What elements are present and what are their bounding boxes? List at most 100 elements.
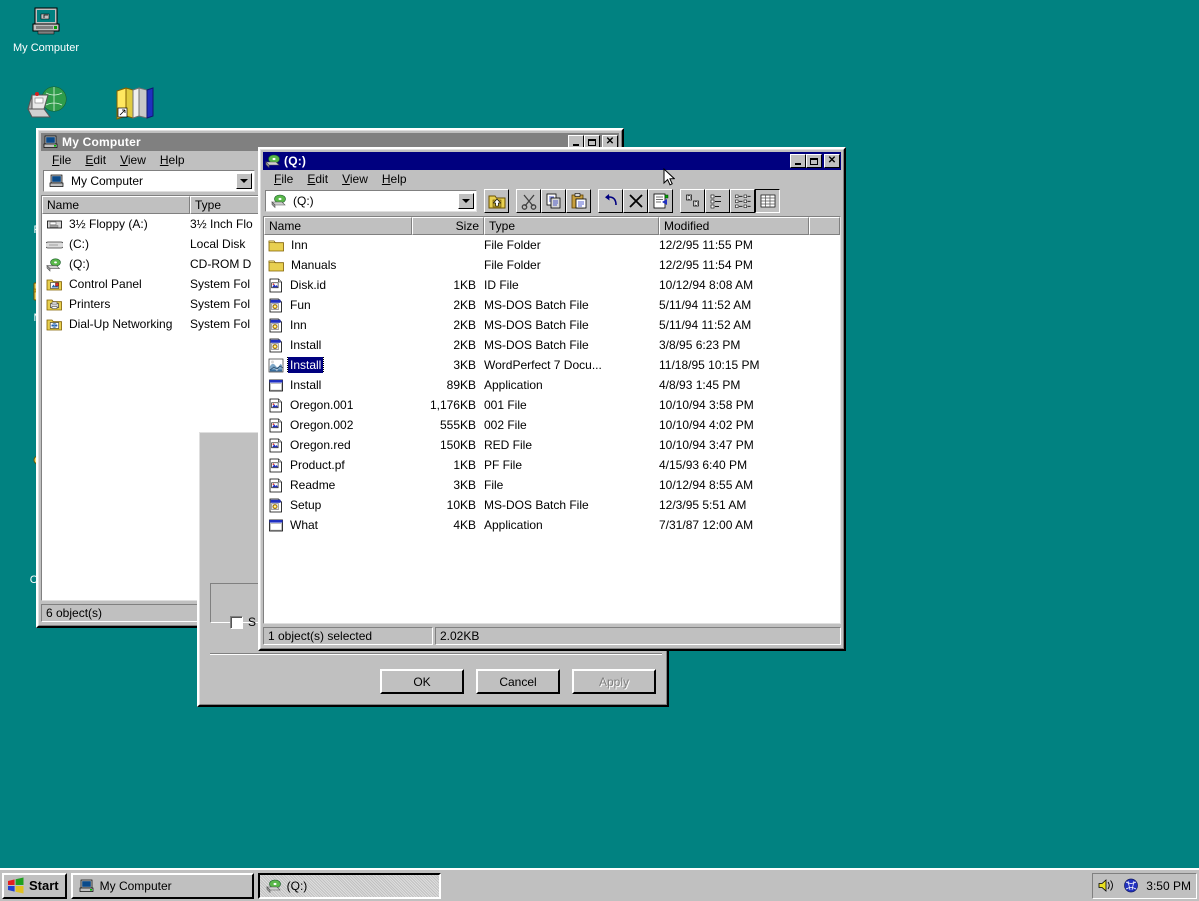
file-name-label[interactable]: Install: [286, 357, 325, 373]
drive-name-label[interactable]: Control Panel: [67, 276, 144, 292]
details-view-button[interactable]: [755, 189, 780, 213]
properties-button[interactable]: [648, 189, 673, 213]
small-icons-button[interactable]: [705, 189, 730, 213]
table-row[interactable]: Install 3KB WordPerfect 7 Docu... 11/18/95 …: [264, 355, 840, 375]
copy-button[interactable]: [541, 189, 566, 213]
dialog-checkbox[interactable]: [230, 615, 243, 629]
network-dialup-icon[interactable]: [1122, 878, 1140, 893]
file-name-label[interactable]: Install: [288, 377, 323, 393]
cell-name[interactable]: Inn: [264, 237, 412, 253]
table-row[interactable]: Inn 2KB MS-DOS Batch File 5/11/94 11:52 AM: [264, 315, 840, 335]
table-row[interactable]: Fun 2KB MS-DOS Batch File 5/11/94 11:52 AM: [264, 295, 840, 315]
column-header-name[interactable]: Name: [42, 196, 190, 214]
file-name-label[interactable]: Product.pf: [288, 457, 347, 473]
table-row[interactable]: Oregon.002 555KB 002 File 10/10/94 4:02 PM: [264, 415, 840, 435]
cell-name[interactable]: Disk.id: [264, 277, 412, 293]
cell-name[interactable]: Manuals: [264, 257, 412, 273]
file-name-label[interactable]: Oregon.002: [288, 417, 355, 433]
cell-name[interactable]: What: [264, 517, 412, 533]
menu-view[interactable]: View: [335, 171, 375, 187]
menu-help[interactable]: Help: [375, 171, 414, 187]
table-row[interactable]: Oregon.001 1,176KB 001 File 10/10/94 3:58 P…: [264, 395, 840, 415]
start-button[interactable]: Start: [2, 872, 67, 899]
column-header-type[interactable]: Type: [484, 217, 659, 235]
q-drive-window[interactable]: (Q:) ✕ File Edit View Help (Q:) D D Name…: [258, 147, 846, 651]
cell-name[interactable]: Oregon.red: [264, 437, 412, 453]
file-name-label[interactable]: Install: [288, 337, 323, 353]
column-header-size[interactable]: Size: [412, 217, 484, 235]
menu-file[interactable]: File: [267, 171, 300, 187]
large-icons-button[interactable]: D D: [680, 189, 705, 213]
column-header-blank[interactable]: [809, 217, 840, 235]
file-name-label[interactable]: Fun: [288, 297, 313, 313]
menu-edit[interactable]: Edit: [78, 152, 113, 168]
table-row[interactable]: Oregon.red 150KB RED File 10/10/94 3:47 PM: [264, 435, 840, 455]
cell-name[interactable]: Dial-Up Networking: [42, 316, 190, 332]
cell-name[interactable]: Oregon.001: [264, 397, 412, 413]
desktop-icon-my-computer[interactable]: My Computer: [8, 5, 84, 54]
cell-name[interactable]: Control Panel: [42, 276, 190, 292]
drive-name-label[interactable]: (Q:): [67, 256, 92, 272]
q-drive-list[interactable]: Name Size Type Modified Inn File Folder 12…: [263, 216, 841, 624]
dialog-buttons[interactable]: OK Cancel Apply: [380, 669, 656, 694]
cell-name[interactable]: Setup: [264, 497, 412, 513]
q-drive-column-headers[interactable]: Name Size Type Modified: [264, 217, 840, 235]
apply-button[interactable]: Apply: [572, 669, 656, 694]
chevron-down-icon[interactable]: [458, 193, 474, 209]
cell-name[interactable]: Printers: [42, 296, 190, 312]
cell-name[interactable]: Install: [264, 337, 412, 353]
system-tray[interactable]: 3:50 PM: [1092, 872, 1197, 899]
cell-name[interactable]: (Q:): [42, 256, 190, 272]
table-row[interactable]: Manuals File Folder 12/2/95 11:54 PM: [264, 255, 840, 275]
drive-name-label[interactable]: Dial-Up Networking: [67, 316, 174, 332]
drive-name-label[interactable]: Printers: [67, 296, 112, 312]
cell-name[interactable]: Fun: [264, 297, 412, 313]
column-header-name[interactable]: Name: [264, 217, 412, 235]
cell-name[interactable]: Inn: [264, 317, 412, 333]
file-name-label[interactable]: Oregon.001: [288, 397, 355, 413]
minimize-button[interactable]: [790, 154, 806, 168]
address-combo[interactable]: My Computer: [43, 170, 255, 192]
q-drive-menubar[interactable]: File Edit View Help: [263, 170, 841, 187]
menu-edit[interactable]: Edit: [300, 171, 335, 187]
chevron-down-icon[interactable]: [236, 173, 252, 189]
close-button[interactable]: ✕: [824, 154, 840, 168]
clock[interactable]: 3:50 PM: [1146, 879, 1191, 893]
menu-help[interactable]: Help: [153, 152, 192, 168]
cell-name[interactable]: (C:): [42, 236, 190, 252]
file-name-label[interactable]: Oregon.red: [288, 437, 353, 453]
volume-speaker-icon[interactable]: [1098, 878, 1116, 893]
q-drive-toolbar[interactable]: (Q:) D D: [263, 187, 841, 215]
address-combo[interactable]: (Q:): [265, 190, 477, 212]
table-row[interactable]: Readme 3KB File 10/12/94 8:55 AM: [264, 475, 840, 495]
table-row[interactable]: Inn File Folder 12/2/95 11:55 PM: [264, 235, 840, 255]
taskbar-button-q-drive[interactable]: (Q:): [257, 872, 441, 899]
table-row[interactable]: Product.pf 1KB PF File 4/15/93 6:40 PM: [264, 455, 840, 475]
cell-name[interactable]: Install: [264, 357, 412, 373]
q-drive-rows[interactable]: Inn File Folder 12/2/95 11:55 PM Manuals Fil…: [264, 235, 840, 535]
taskbar-button-my-computer[interactable]: My Computer: [70, 872, 254, 899]
up-one-level-button[interactable]: [484, 189, 509, 213]
cut-button[interactable]: [516, 189, 541, 213]
table-row[interactable]: Setup 10KB MS-DOS Batch File 12/3/95 5:51 A…: [264, 495, 840, 515]
drive-name-label[interactable]: (C:): [67, 236, 91, 252]
cell-name[interactable]: Readme: [264, 477, 412, 493]
maximize-button[interactable]: [806, 154, 822, 168]
file-name-label[interactable]: Readme: [288, 477, 337, 493]
desktop-icon-books[interactable]: [96, 85, 172, 130]
dialog-checkbox-row[interactable]: S: [230, 615, 256, 629]
cell-name[interactable]: Oregon.002: [264, 417, 412, 433]
cancel-button[interactable]: Cancel: [476, 669, 560, 694]
list-view-button[interactable]: [730, 189, 755, 213]
window-controls[interactable]: ✕: [790, 154, 840, 168]
file-name-label[interactable]: Inn: [288, 317, 309, 333]
cell-name[interactable]: 3½ Floppy (A:): [42, 216, 190, 232]
ok-button[interactable]: OK: [380, 669, 464, 694]
q-drive-titlebar[interactable]: (Q:) ✕: [263, 152, 841, 170]
table-row[interactable]: Install 89KB Application 4/8/93 1:45 PM: [264, 375, 840, 395]
column-header-modified[interactable]: Modified: [659, 217, 809, 235]
delete-button[interactable]: [623, 189, 648, 213]
table-row[interactable]: Install 2KB MS-DOS Batch File 3/8/95 6:23 P…: [264, 335, 840, 355]
menu-file[interactable]: File: [45, 152, 78, 168]
file-name-label[interactable]: Inn: [289, 237, 310, 253]
